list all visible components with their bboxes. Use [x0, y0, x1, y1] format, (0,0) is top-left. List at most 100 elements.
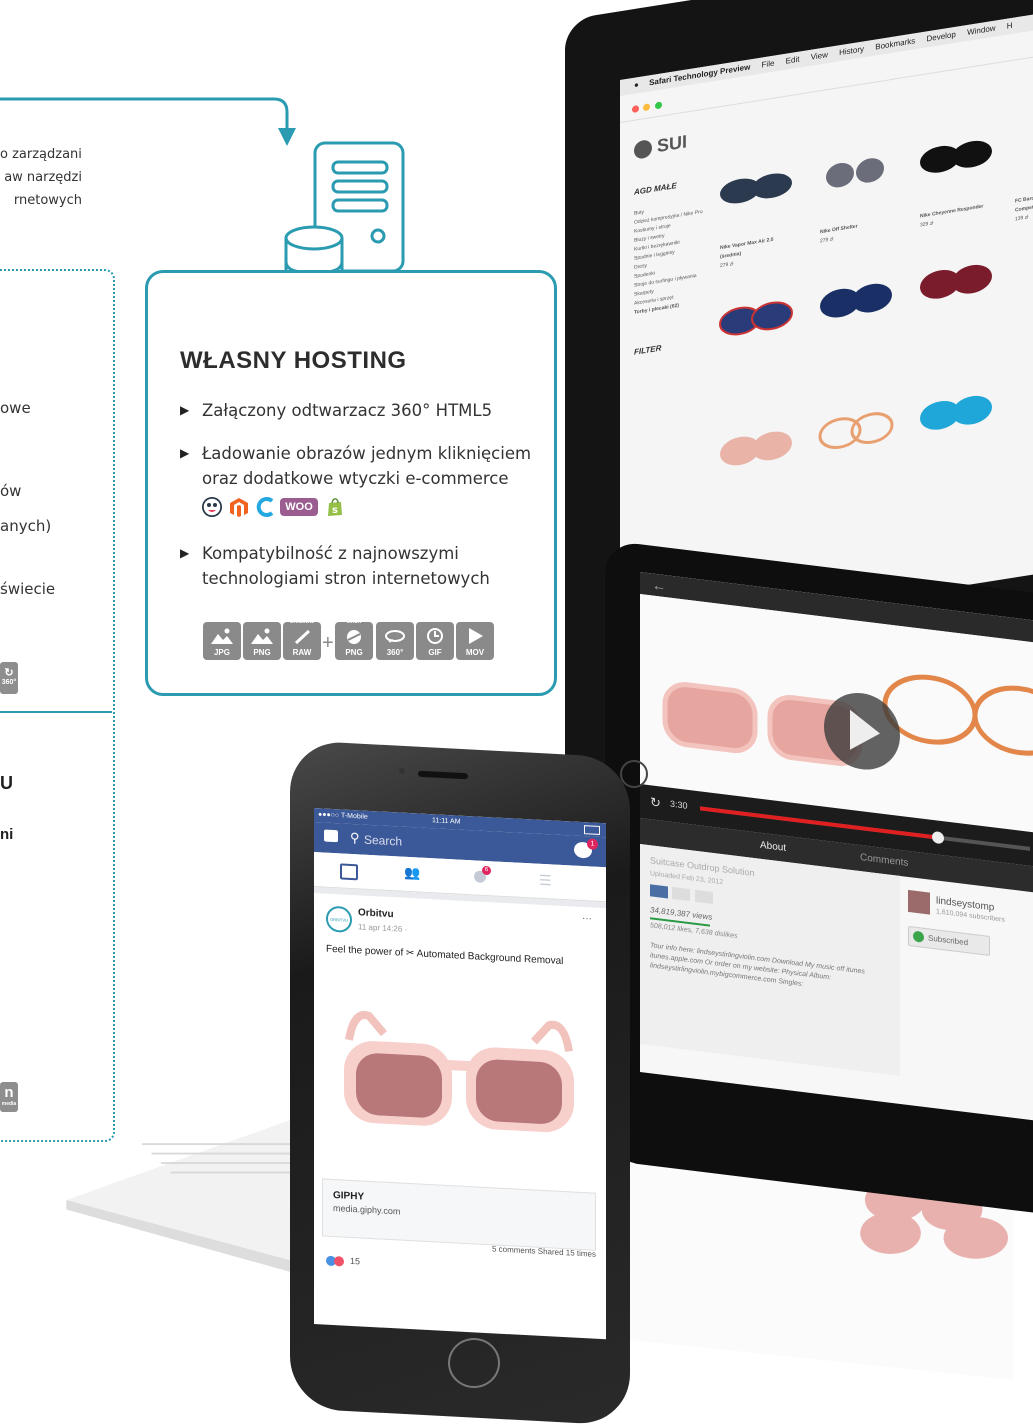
- product-card[interactable]: FC Barcelona Competition 139 zł: [1015, 191, 1033, 224]
- hosting-bullet: ▶ Kompatybilność z najnowszymi technolog…: [180, 541, 540, 591]
- check-icon: [913, 930, 924, 944]
- apple-icon: ●: [634, 80, 639, 90]
- tab-about[interactable]: About: [760, 840, 786, 854]
- menu-file[interactable]: File: [762, 59, 775, 70]
- menu-edit[interactable]: Edit: [786, 55, 800, 66]
- channel-avatar[interactable]: [908, 889, 930, 915]
- sunglasses-product-image: [719, 140, 992, 466]
- rotate-360-icon: ↻ 360°: [0, 662, 18, 694]
- love-reaction-icon: [334, 1256, 344, 1267]
- hosting-bullet: ▶ Ładowanie obrazów jednym kliknięciem o…: [180, 441, 540, 491]
- tab-menu-icon[interactable]: ☰: [539, 872, 552, 890]
- post-page-name[interactable]: Orbitvu: [358, 907, 394, 920]
- window-controls: [632, 95, 662, 118]
- bullet-triangle-icon: ▶: [180, 403, 190, 417]
- battery-icon: [584, 825, 600, 835]
- imac-screen: ● Safari Technology Preview File Edit Vi…: [620, 14, 1033, 641]
- filter-title: FILTER: [634, 343, 662, 357]
- notifications-badge: 6: [482, 865, 491, 876]
- maximize-window-button[interactable]: [654, 101, 662, 110]
- svg-text:s: s: [332, 505, 338, 516]
- left-description-line: o zarządzania: [0, 147, 82, 162]
- raw-format-icon: ORIGINAL RAW: [283, 619, 321, 660]
- hosting-title: WŁASNY HOSTING: [180, 347, 407, 374]
- linkedin-icon: n media: [0, 1082, 18, 1112]
- carrier: ●●●○○ T-Mobile: [318, 811, 368, 821]
- facebook-post: ORBITVU Orbitvu 11 apr 14:26 · ··· Feel …: [314, 893, 606, 1328]
- left-fragment: świecie: [0, 580, 56, 598]
- messenger-badge: 1: [587, 838, 598, 850]
- left-description-line: aw narzędzi: [4, 170, 82, 185]
- left-bold-fragment: U: [0, 773, 13, 793]
- opencart-icon: [256, 497, 276, 522]
- product-grid: [719, 140, 992, 466]
- menu-view[interactable]: View: [811, 50, 828, 62]
- back-arrow-icon[interactable]: ←: [652, 576, 666, 594]
- rotate-360-format-icon: 360°: [376, 622, 414, 660]
- magento-icon: [229, 497, 249, 522]
- tab-friends-icon[interactable]: 👥: [404, 865, 420, 882]
- reaction-count[interactable]: 15: [350, 1256, 360, 1267]
- phone-screen: ●●●○○ T-Mobile 11:11 AM ⚲ Search 1 👥 6 ☰…: [314, 808, 606, 1340]
- post-sunglasses-gif[interactable]: [324, 999, 594, 1163]
- woocommerce-icon: WOO: [280, 498, 318, 516]
- more-options-icon[interactable]: ···: [582, 913, 592, 925]
- twitter-share-icon[interactable]: [672, 886, 691, 902]
- orbitvu-avatar[interactable]: ORBITVU: [326, 905, 352, 933]
- close-window-button[interactable]: [632, 104, 639, 114]
- left-fragment: anych): [0, 517, 52, 535]
- jpg-format-icon: JPG: [203, 622, 241, 660]
- category-sidebar: Buty Odzież kompresyjna / Nike Pro Kosti…: [634, 199, 704, 318]
- menu-history[interactable]: History: [839, 44, 864, 57]
- phone-camera: [399, 768, 405, 774]
- camera-icon[interactable]: [324, 829, 338, 843]
- left-description: o zarządzania aw narzędzi rnetowych: [0, 143, 82, 212]
- hosting-bullet-text: Kompatybilność z najnowszymi technologia…: [202, 544, 490, 588]
- search-icon: ⚲: [350, 829, 360, 846]
- link-preview[interactable]: GIPHY media.giphy.com: [322, 1178, 596, 1251]
- search-input[interactable]: Search: [364, 833, 402, 849]
- post-meta: 11 apr 14:26 ·: [358, 922, 408, 934]
- prestashop-icon: [202, 497, 222, 517]
- minimize-window-button[interactable]: [643, 103, 651, 112]
- left-description-line: rnetowych: [13, 193, 82, 208]
- post-text: Feel the power of ✂ Automated Background…: [326, 943, 564, 968]
- facebook-share-icon[interactable]: [650, 884, 668, 899]
- bullet-triangle-icon: ▶: [180, 546, 190, 560]
- embed-icon[interactable]: [694, 889, 713, 904]
- video-about-panel: Suitcase Outdrop Solution Uploaded Feb 2…: [640, 844, 900, 1076]
- menu-window[interactable]: Window: [967, 24, 995, 38]
- channel-panel: lindseystomp 1,610,094 subscribers Subsc…: [908, 889, 1033, 956]
- ecommerce-plugin-icons: WOO s: [202, 497, 402, 521]
- tab-comments[interactable]: Comments: [860, 852, 908, 869]
- menu-help[interactable]: H: [1007, 21, 1013, 31]
- file-format-icons: JPG PNG ORIGINAL RAW + MASK PNG 360° GIF…: [203, 619, 494, 662]
- video-time: 3:30: [670, 798, 688, 811]
- hosting-bullet-text: Ładowanie obrazów jednym kliknięciem ora…: [202, 444, 532, 488]
- sui-logo[interactable]: SUI: [634, 131, 687, 161]
- tablet-home-button[interactable]: [620, 760, 648, 788]
- mask-png-format-icon: MASK PNG: [335, 619, 373, 660]
- shopify-icon: s: [325, 497, 345, 522]
- gif-format-icon: GIF: [416, 622, 454, 660]
- plus-sign: +: [322, 632, 334, 654]
- left-bold-fragment: ni: [0, 826, 14, 843]
- tablet-screen: ← ↻ 3:30 About Comments Suitcase Outdrop…: [640, 572, 1033, 1121]
- replay-icon[interactable]: ↻: [650, 794, 661, 811]
- left-separator: [0, 711, 112, 713]
- bullet-triangle-icon: ▶: [180, 446, 190, 460]
- hosting-bullet: ▶ Załączony odtwarzacz 360° HTML5: [180, 398, 540, 423]
- phone-home-button[interactable]: [448, 1338, 500, 1388]
- category-title: AGD MAŁE: [634, 181, 677, 197]
- tab-feed-icon[interactable]: [340, 863, 358, 881]
- status-time: 11:11 AM: [432, 817, 461, 826]
- subscribed-button[interactable]: Subscribed: [908, 925, 990, 956]
- mov-format-icon: MOV: [456, 622, 494, 660]
- hosting-bullet-text: Załączony odtwarzacz 360° HTML5: [202, 401, 493, 420]
- left-fragment: ów: [0, 482, 22, 500]
- menu-bookmarks[interactable]: Bookmarks: [875, 36, 915, 51]
- menu-develop[interactable]: Develop: [927, 30, 956, 44]
- png-format-icon: PNG: [243, 622, 281, 660]
- left-fragment: owe: [0, 399, 31, 417]
- video-scrubber[interactable]: [931, 830, 944, 845]
